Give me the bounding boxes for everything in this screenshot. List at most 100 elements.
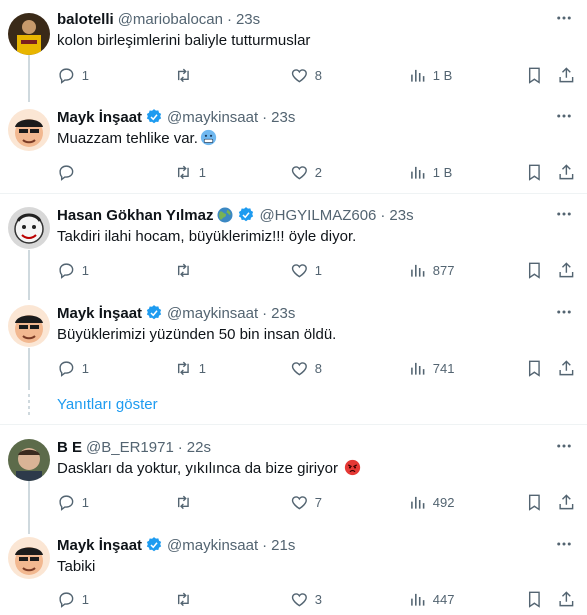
timestamp[interactable]: 23s [271, 305, 295, 322]
bookmark-icon [528, 262, 540, 279]
author-name[interactable]: balotelli [57, 11, 114, 28]
tweet-text-body: Muazzam tehlike var. [57, 130, 198, 147]
tweet[interactable]: Mayk İnşaat @maykinsaat · 21s Tabiki 1 3… [0, 535, 587, 615]
views-button[interactable]: 877 [408, 260, 454, 280]
author-name[interactable]: Mayk İnşaat [57, 537, 142, 554]
like-button[interactable]: 8 [290, 358, 322, 378]
retweet-button[interactable]: 1 [174, 162, 206, 182]
share-button[interactable] [557, 492, 576, 512]
bookmark-button[interactable] [525, 589, 544, 609]
more-icon[interactable] [555, 9, 573, 27]
views-button[interactable]: 492 [408, 492, 454, 512]
reply-icon [59, 361, 74, 377]
retweet-count: 1 [198, 164, 206, 180]
views-count: 447 [432, 591, 455, 607]
share-button[interactable] [557, 65, 576, 85]
timestamp[interactable]: 22s [187, 439, 211, 456]
more-icon[interactable] [555, 535, 573, 553]
like-count: 1 [314, 262, 322, 278]
author-handle[interactable]: @HGYILMAZ606 [259, 207, 376, 224]
author-handle[interactable]: @mariobalocan [118, 11, 223, 28]
views-count: 1 B [432, 67, 453, 83]
retweet-button[interactable] [174, 492, 199, 512]
author-name[interactable]: Mayk İnşaat [57, 305, 142, 322]
retweet-count: 1 [198, 360, 206, 376]
tweet[interactable]: Hasan Gökhan Yılmaz @HGYILMAZ606 · 23s T… [0, 205, 587, 295]
verified-icon [146, 109, 162, 124]
reply-count: 1 [81, 360, 89, 376]
views-button[interactable]: 1 B [408, 162, 452, 182]
timestamp[interactable]: 23s [271, 109, 295, 126]
timestamp[interactable]: 21s [271, 537, 295, 554]
more-icon[interactable] [555, 303, 573, 321]
avatar[interactable] [8, 13, 50, 55]
avatar[interactable] [8, 109, 50, 151]
views-icon [411, 264, 425, 277]
action-bar: 1 1 877 [57, 260, 577, 280]
more-icon[interactable] [555, 107, 573, 125]
reply-button[interactable]: 1 [57, 358, 89, 378]
share-button[interactable] [557, 162, 576, 182]
author-handle[interactable]: @maykinsaat [167, 305, 258, 322]
reply-count: 1 [81, 494, 89, 510]
share-icon [559, 590, 574, 606]
author-handle[interactable]: @B_ER1971 [86, 439, 174, 456]
reply-button[interactable]: 1 [57, 260, 89, 280]
share-button[interactable] [557, 260, 576, 280]
bookmark-button[interactable] [525, 492, 544, 512]
bookmark-button[interactable] [525, 260, 544, 280]
heart-icon [291, 495, 307, 510]
timestamp[interactable]: 23s [389, 207, 413, 224]
like-button[interactable]: 1 [290, 260, 322, 280]
retweet-button[interactable] [174, 260, 199, 280]
share-icon [559, 163, 574, 179]
share-button[interactable] [557, 358, 576, 378]
author-name[interactable]: B E [57, 439, 82, 456]
action-bar: 1 3 447 [57, 589, 577, 609]
tweet[interactable]: balotelli @mariobalocan · 23s kolon birl… [0, 9, 587, 101]
bookmark-button[interactable] [525, 162, 544, 182]
reply-button[interactable] [57, 162, 82, 182]
more-icon[interactable] [555, 437, 573, 455]
divider [0, 424, 587, 425]
show-replies-link[interactable]: Yanıtları göster [57, 396, 158, 413]
retweet-button[interactable] [174, 589, 199, 609]
avatar[interactable] [8, 439, 50, 481]
like-button[interactable]: 8 [290, 65, 322, 85]
like-button[interactable]: 7 [290, 492, 322, 512]
tweet[interactable]: Mayk İnşaat @maykinsaat · 23s Muazzam te… [0, 107, 587, 192]
views-button[interactable]: 447 [408, 589, 454, 609]
like-count: 8 [314, 360, 322, 376]
tweet-text: Takdiri ilahi hocam, büyüklerimiz!!! öyl… [57, 228, 357, 245]
bookmark-button[interactable] [525, 65, 544, 85]
avatar[interactable] [8, 537, 50, 579]
views-button[interactable]: 741 [408, 358, 454, 378]
avatar[interactable] [8, 207, 50, 249]
share-button[interactable] [557, 589, 576, 609]
tweet[interactable]: Mayk İnşaat @maykinsaat · 23s Büyüklerim… [0, 303, 587, 388]
more-icon[interactable] [555, 205, 573, 223]
action-bar: 1 2 1 B [57, 162, 577, 182]
retweet-icon [177, 592, 189, 606]
views-button[interactable]: 1 B [408, 65, 452, 85]
tweet[interactable]: B E @B_ER1971 · 22s Daskları da yoktur, … [0, 437, 587, 527]
retweet-button[interactable]: 1 [174, 358, 206, 378]
author-name[interactable]: Mayk İnşaat [57, 109, 142, 126]
reply-button[interactable]: 1 [57, 492, 89, 512]
bookmark-icon [528, 591, 540, 608]
bookmark-icon [528, 360, 540, 377]
like-button[interactable]: 3 [290, 589, 322, 609]
reply-button[interactable]: 1 [57, 589, 89, 609]
reply-button[interactable]: 1 [57, 65, 89, 85]
like-button[interactable]: 2 [290, 162, 322, 182]
retweet-icon [177, 361, 189, 375]
timestamp[interactable]: 23s [236, 11, 260, 28]
author-handle[interactable]: @maykinsaat [167, 537, 258, 554]
reply-icon [59, 165, 74, 181]
avatar[interactable] [8, 305, 50, 347]
like-count: 8 [314, 67, 322, 83]
bookmark-button[interactable] [525, 358, 544, 378]
author-name[interactable]: Hasan Gökhan Yılmaz [57, 207, 213, 224]
retweet-button[interactable] [174, 65, 199, 85]
author-handle[interactable]: @maykinsaat [167, 109, 258, 126]
